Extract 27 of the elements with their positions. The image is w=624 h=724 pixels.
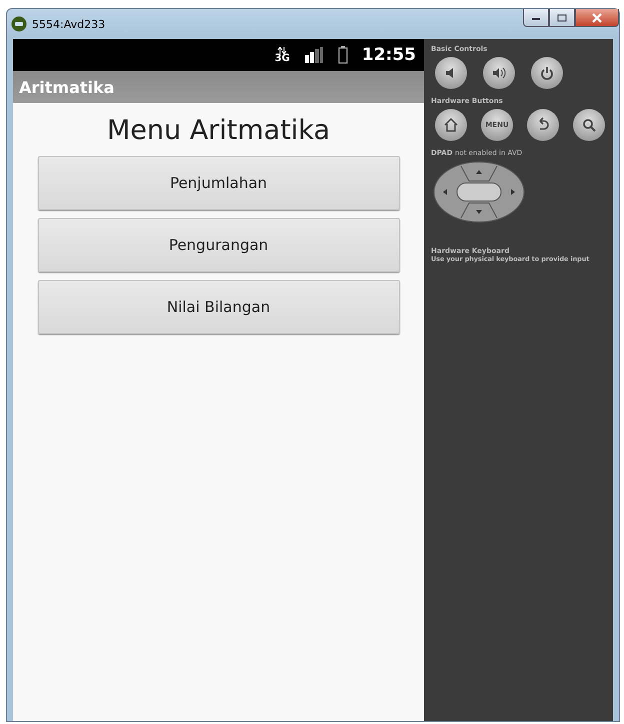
power-icon	[539, 65, 555, 81]
app-icon	[11, 16, 27, 32]
data-arrows-icon	[277, 46, 288, 54]
window-title: 5554:Avd233	[32, 18, 106, 30]
menu-button[interactable]: Pengurangan	[38, 218, 400, 272]
minimize-button[interactable]	[523, 9, 549, 27]
app-title: Aritmatika	[19, 78, 114, 96]
home-button[interactable]	[435, 109, 467, 141]
close-icon	[591, 12, 603, 22]
maximize-button[interactable]	[549, 9, 575, 27]
close-button[interactable]	[575, 9, 619, 27]
search-icon	[581, 117, 597, 133]
maximize-icon	[557, 14, 567, 22]
menu-button[interactable]: Penjumlahan	[38, 156, 400, 210]
back-button[interactable]	[527, 109, 559, 141]
menu-button[interactable]: Nilai Bilangan	[38, 280, 400, 334]
home-icon	[443, 117, 459, 133]
power-button[interactable]	[531, 57, 563, 89]
speaker-icon	[491, 65, 507, 81]
volume-up-button[interactable]	[483, 57, 515, 89]
network-type: 3G	[274, 54, 290, 64]
signal-icon	[304, 47, 324, 63]
menu-heading: Menu Aritmatika	[106, 115, 330, 146]
clock: 12:55	[362, 45, 416, 65]
battery-icon	[338, 46, 348, 64]
search-button[interactable]	[573, 109, 605, 141]
volume-down-button[interactable]	[435, 57, 467, 89]
